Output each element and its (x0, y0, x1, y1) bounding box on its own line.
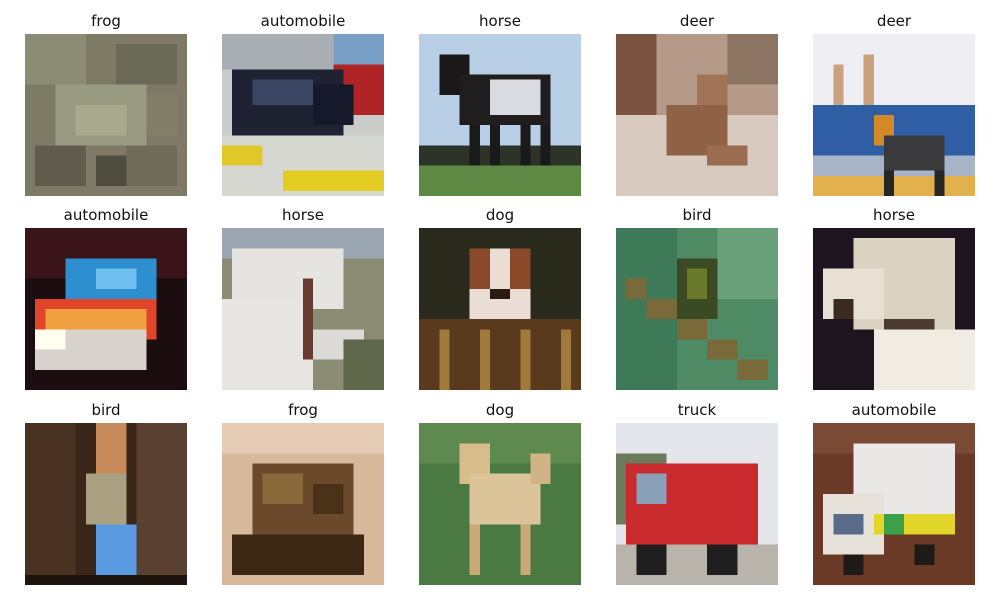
image-label: dog (485, 401, 515, 419)
image-label: bird (682, 206, 712, 224)
image-thumbnail (25, 34, 187, 196)
image-thumbnail (25, 423, 187, 585)
image-thumbnail (419, 423, 581, 585)
image-label: horse (479, 12, 521, 30)
image-thumbnail (813, 34, 975, 196)
image-label: deer (876, 12, 912, 30)
image-thumbnail (813, 423, 975, 585)
image-thumbnail (616, 34, 778, 196)
image-thumbnail (813, 228, 975, 390)
image-grid: frog automobile horse deer deer automobi… (0, 0, 1000, 600)
image-thumbnail (419, 228, 581, 390)
image-thumbnail (222, 423, 384, 585)
image-label: bird (91, 401, 121, 419)
image-thumbnail (616, 228, 778, 390)
image-label: deer (679, 12, 715, 30)
image-label: automobile (260, 12, 346, 30)
image-thumbnail (25, 228, 187, 390)
image-thumbnail (419, 34, 581, 196)
image-thumbnail (222, 228, 384, 390)
image-thumbnail (616, 423, 778, 585)
image-label: horse (282, 206, 324, 224)
image-label: automobile (851, 401, 937, 419)
image-thumbnail (222, 34, 384, 196)
image-label: frog (91, 12, 121, 30)
image-label: automobile (63, 206, 149, 224)
image-label: truck (677, 401, 717, 419)
image-label: dog (485, 206, 515, 224)
image-label: horse (873, 206, 915, 224)
image-label: frog (288, 401, 318, 419)
